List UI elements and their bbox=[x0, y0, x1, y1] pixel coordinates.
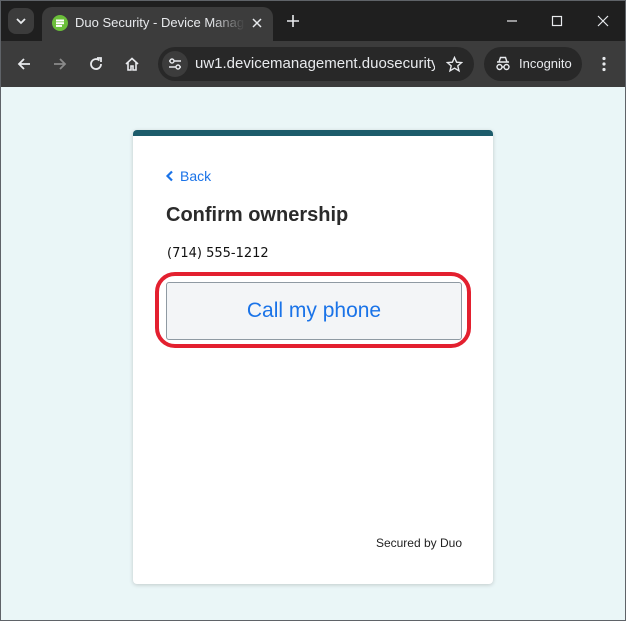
maximize-button[interactable] bbox=[545, 9, 569, 33]
phone-number: (714) 555-1212 bbox=[167, 246, 269, 261]
browser-toolbar: uw1.devicemanagement.duosecurity.com Inc… bbox=[1, 41, 625, 87]
secured-by-duo-footer: Secured by Duo bbox=[375, 536, 462, 550]
browser-window: Duo Security - Device Management Portal bbox=[0, 0, 626, 621]
incognito-label: Incognito bbox=[519, 56, 572, 71]
tab-search-button[interactable] bbox=[8, 8, 34, 34]
duo-favicon-icon bbox=[52, 15, 68, 31]
call-my-phone-button[interactable]: Call my phone bbox=[166, 282, 462, 340]
tab-close-button[interactable] bbox=[249, 15, 265, 31]
incognito-indicator[interactable]: Incognito bbox=[484, 47, 582, 81]
minimize-button[interactable] bbox=[500, 9, 524, 33]
chevron-down-icon bbox=[16, 18, 26, 25]
chevron-left-icon bbox=[165, 170, 173, 182]
close-icon bbox=[597, 15, 609, 27]
tune-icon bbox=[169, 58, 181, 70]
duo-card: Back Confirm ownership (714) 555-1212 Ca… bbox=[133, 130, 493, 584]
home-button[interactable] bbox=[120, 52, 144, 76]
home-icon bbox=[125, 57, 139, 71]
back-label: Back bbox=[180, 168, 212, 184]
close-icon bbox=[252, 18, 262, 28]
close-window-button[interactable] bbox=[591, 9, 615, 33]
star-icon bbox=[445, 55, 463, 72]
plus-icon bbox=[287, 15, 299, 27]
kebab-menu-icon bbox=[602, 56, 606, 72]
maximize-icon bbox=[551, 15, 563, 27]
back-nav-button[interactable] bbox=[12, 52, 36, 76]
tab-title: Duo Security - Device Management Portal bbox=[75, 15, 245, 30]
browser-menu-button[interactable] bbox=[592, 52, 616, 76]
arrow-left-icon bbox=[17, 58, 30, 70]
reload-icon bbox=[90, 57, 102, 70]
forward-nav-button[interactable] bbox=[48, 52, 72, 76]
page-title: Confirm ownership bbox=[166, 204, 349, 226]
back-link[interactable]: Back bbox=[165, 167, 211, 185]
tab-strip: Duo Security - Device Management Portal bbox=[1, 1, 625, 41]
url-text: uw1.devicemanagement.duosecurity.com bbox=[195, 55, 435, 72]
arrow-right-icon bbox=[54, 58, 67, 70]
address-bar[interactable]: uw1.devicemanagement.duosecurity.com bbox=[158, 47, 474, 81]
bookmark-button[interactable] bbox=[444, 54, 464, 74]
page-content: Back Confirm ownership (714) 555-1212 Ca… bbox=[1, 87, 625, 620]
tab-active[interactable]: Duo Security - Device Management Portal bbox=[42, 7, 273, 41]
reload-button[interactable] bbox=[84, 52, 108, 76]
new-tab-button[interactable] bbox=[283, 11, 303, 31]
site-info-button[interactable] bbox=[162, 51, 188, 77]
minimize-icon bbox=[507, 20, 517, 22]
incognito-icon bbox=[494, 55, 512, 73]
